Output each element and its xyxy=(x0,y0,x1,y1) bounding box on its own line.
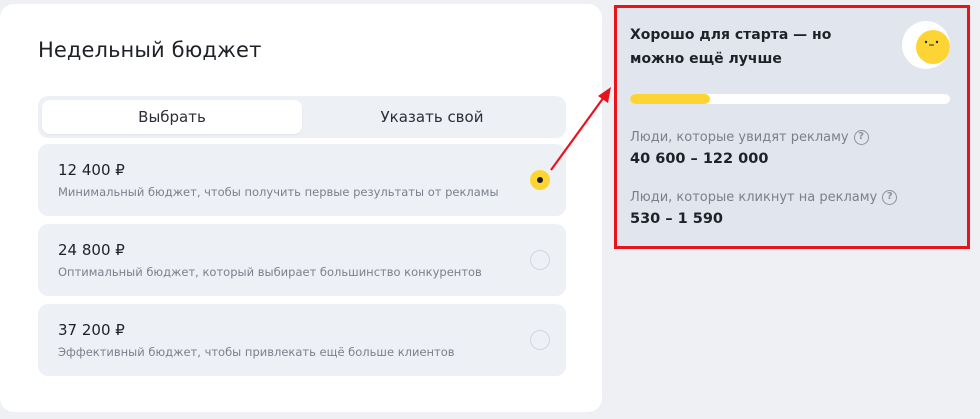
option-radio[interactable] xyxy=(530,250,550,270)
reach-value: 40 600 – 122 000 xyxy=(630,151,769,167)
option-description: Минимальный бюджет, чтобы получить первы… xyxy=(58,185,499,199)
forecast-title: Хорошо для старта — но можно ещё лучше xyxy=(630,27,832,67)
budget-option-minimal[interactable]: 12 400 ₽ Минимальный бюджет, чтобы получ… xyxy=(38,144,566,216)
tab-choose[interactable]: Выбрать xyxy=(42,100,302,134)
option-radio[interactable] xyxy=(530,170,550,190)
option-radio[interactable] xyxy=(530,330,550,350)
progress-fill xyxy=(630,94,710,104)
question-circle-icon[interactable]: ? xyxy=(882,190,898,205)
budget-option-effective[interactable]: 37 200 ₽ Эффективный бюджет, чтобы привл… xyxy=(38,304,566,376)
clicks-label: Люди, которые кликнут на рекламу xyxy=(630,190,878,205)
reach-label: Люди, которые увидят рекламу xyxy=(630,130,849,145)
weekly-budget-card: Недельный бюджет Выбрать Указать свой 12… xyxy=(0,4,602,412)
forecast-panel: Хорошо для старта — но можно ещё лучше Л… xyxy=(614,5,970,249)
budget-mode-switch: Выбрать Указать свой xyxy=(38,96,566,138)
clicks-value: 530 – 1 590 xyxy=(630,211,724,227)
budget-option-optimal[interactable]: 24 800 ₽ Оптимальный бюджет, который выб… xyxy=(38,224,566,296)
option-price: 37 200 ₽ xyxy=(58,321,125,339)
smiley-face-icon xyxy=(902,21,950,69)
forecast-progress-bar xyxy=(630,94,950,104)
option-description: Оптимальный бюджет, который выбирает бол… xyxy=(58,265,482,279)
clicks-label-row: Люди, которые кликнут на рекламу ? xyxy=(630,190,898,205)
option-price: 24 800 ₽ xyxy=(58,241,125,259)
radio-dot-icon xyxy=(537,177,543,183)
question-circle-icon[interactable]: ? xyxy=(853,130,869,145)
reach-label-row: Люди, которые увидят рекламу ? xyxy=(630,130,869,145)
option-description: Эффективный бюджет, чтобы привлекать ещё… xyxy=(58,345,455,359)
page-title: Недельный бюджет xyxy=(38,38,262,62)
tab-custom[interactable]: Указать свой xyxy=(302,100,562,134)
option-price: 12 400 ₽ xyxy=(58,161,125,179)
